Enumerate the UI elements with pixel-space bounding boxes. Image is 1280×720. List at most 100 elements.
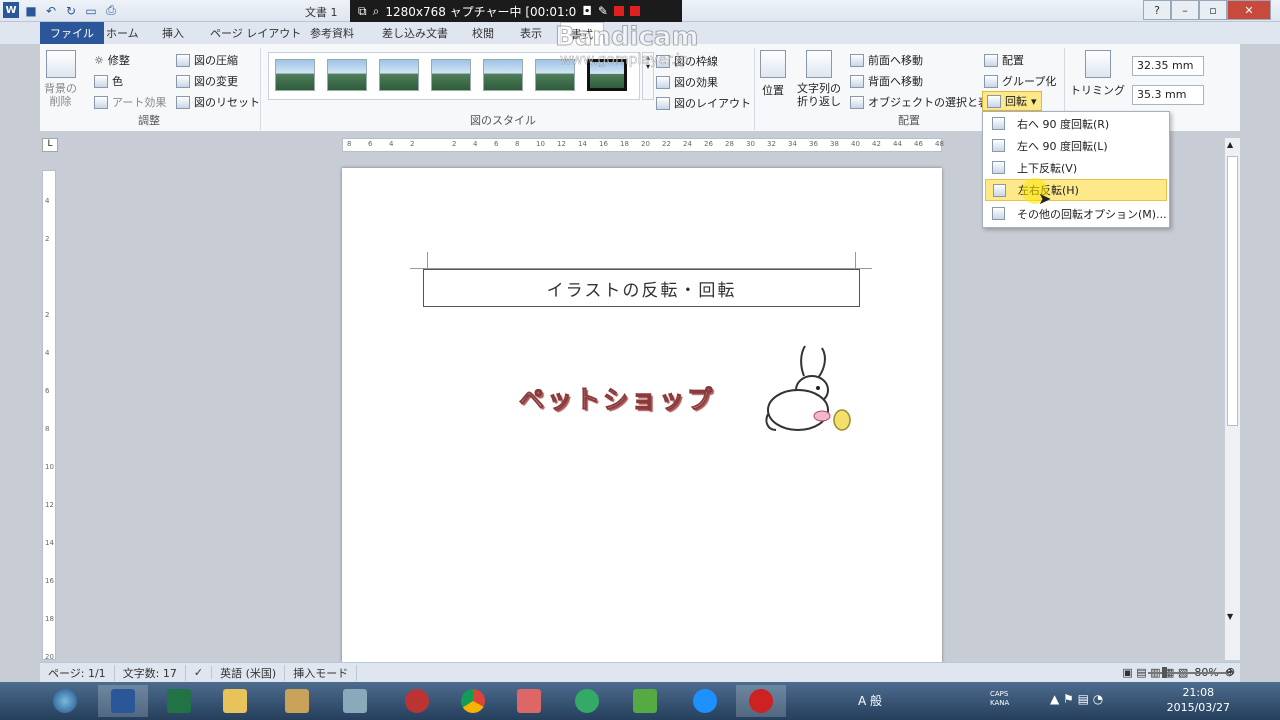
picture-effects-button[interactable]: 図の効果 bbox=[656, 74, 718, 90]
compress-pictures-button[interactable]: 図の圧縮 bbox=[176, 52, 238, 68]
align-button[interactable]: 配置 bbox=[984, 52, 1024, 68]
rotate-button[interactable]: 回転 ▾ bbox=[982, 91, 1042, 111]
rotate-label: 回転 bbox=[1005, 95, 1027, 108]
flip-horizontal-item[interactable]: 左右反転(H) bbox=[985, 179, 1167, 201]
window-icon: ⧉ bbox=[358, 3, 367, 18]
taskbar-explorer[interactable] bbox=[210, 685, 260, 717]
tab-review[interactable]: 校閲 bbox=[462, 22, 504, 44]
zoom-in-icon[interactable]: ⊕ bbox=[1226, 665, 1235, 678]
taskbar-ie[interactable] bbox=[680, 685, 730, 717]
ruler-tick: 16 bbox=[45, 577, 54, 585]
width-field[interactable]: 35.3 mm bbox=[1132, 85, 1204, 105]
zoom-slider[interactable] bbox=[1148, 672, 1228, 674]
insert-mode[interactable]: 挿入モード bbox=[285, 664, 358, 681]
taskbar-chrome[interactable] bbox=[448, 685, 498, 717]
color-button[interactable]: 色 bbox=[94, 73, 123, 89]
pencil-icon[interactable]: ✎ bbox=[598, 4, 608, 18]
bring-forward-button[interactable]: 前面へ移動 bbox=[850, 52, 923, 68]
maximize-button[interactable]: ▫ bbox=[1199, 0, 1227, 20]
tab-selector[interactable]: L bbox=[42, 138, 58, 152]
ruler-tick: 24 bbox=[683, 140, 692, 148]
taskbar-app[interactable] bbox=[620, 685, 670, 717]
tray-icons[interactable]: ▲ ⚑ ▤ ◔ bbox=[1050, 692, 1103, 706]
scroll-down-icon[interactable]: ▼ bbox=[1227, 612, 1233, 621]
wrap-text-button[interactable]: 文字列の 折り返し bbox=[797, 50, 841, 108]
style-thumb[interactable] bbox=[431, 59, 471, 91]
tab-references[interactable]: 参考資料 bbox=[300, 22, 364, 44]
tab-view[interactable]: 表示 bbox=[510, 22, 552, 44]
more-rotation-options-item[interactable]: その他の回転オプション(M)... bbox=[985, 203, 1167, 225]
taskbar-app[interactable] bbox=[504, 685, 554, 717]
crop-button[interactable]: トリミング bbox=[1070, 50, 1125, 98]
tab-page-layout[interactable]: ページ レイアウト bbox=[200, 22, 311, 44]
style-thumb[interactable] bbox=[379, 59, 419, 91]
ime-indicator[interactable]: A 般 bbox=[858, 692, 882, 709]
taskbar-app[interactable] bbox=[330, 685, 380, 717]
word-count[interactable]: 文字数: 17 bbox=[115, 664, 186, 681]
wordart-text[interactable]: ペットショップ bbox=[518, 380, 715, 416]
rotate-left-item[interactable]: 左へ 90 度回転(L) bbox=[985, 135, 1167, 157]
flip-vertical-icon bbox=[992, 161, 1005, 174]
taskbar-bandicam[interactable] bbox=[736, 685, 786, 717]
camera-icon[interactable]: ◘ bbox=[582, 4, 592, 18]
style-thumb[interactable] bbox=[327, 59, 367, 91]
rabbit-illustration[interactable] bbox=[760, 344, 864, 438]
ruler-tick: 46 bbox=[914, 140, 923, 148]
style-thumb[interactable] bbox=[483, 59, 523, 91]
ruler-tick: 2 bbox=[410, 140, 415, 148]
remove-background-button[interactable]: 背景の 削除 bbox=[44, 50, 77, 108]
app-icon bbox=[343, 689, 367, 713]
tab-home[interactable]: ホーム bbox=[96, 22, 149, 44]
taskbar-app[interactable] bbox=[562, 685, 612, 717]
clock[interactable]: 21:08 2015/03/27 bbox=[1167, 685, 1230, 715]
art-effects-label: アート効果 bbox=[112, 96, 167, 109]
repeat-icon[interactable]: ↻ bbox=[62, 2, 80, 19]
tab-insert[interactable]: 挿入 bbox=[152, 22, 194, 44]
artistic-effects-button[interactable]: アート効果 bbox=[94, 94, 166, 110]
print-icon[interactable]: ⎙ bbox=[102, 2, 120, 19]
taskbar-app[interactable] bbox=[272, 685, 322, 717]
flip-vertical-item[interactable]: 上下反転(V) bbox=[985, 157, 1167, 179]
style-thumb[interactable] bbox=[275, 59, 315, 91]
rotate-menu: 右へ 90 度回転(R) 左へ 90 度回転(L) 上下反転(V) 左右反転(H… bbox=[982, 111, 1170, 228]
selection-pane-button[interactable]: オブジェクトの選択と表示 bbox=[850, 94, 1000, 110]
picture-layout-button[interactable]: 図のレイアウト bbox=[656, 95, 751, 111]
ruler-tick: 26 bbox=[704, 140, 713, 148]
chrome-icon bbox=[461, 689, 485, 713]
close-button[interactable]: ✕ bbox=[1227, 0, 1271, 20]
vertical-scrollbar[interactable]: ▲ ▼ bbox=[1224, 138, 1240, 660]
page-count[interactable]: ページ: 1/1 bbox=[40, 664, 115, 681]
tab-mailings[interactable]: 差し込み文書 bbox=[372, 22, 458, 44]
open-icon[interactable]: ▭ bbox=[82, 2, 100, 19]
zoom-slider-thumb[interactable] bbox=[1162, 667, 1167, 678]
stop-icon[interactable] bbox=[629, 6, 640, 16]
help-button[interactable]: ? bbox=[1143, 0, 1171, 20]
ruler-tick: 8 bbox=[45, 425, 50, 433]
document-page[interactable]: イラストの反転・回転 ペットショップ bbox=[342, 168, 942, 662]
group-button[interactable]: グループ化 bbox=[984, 73, 1056, 89]
corrections-button[interactable]: ☼ 修整 bbox=[94, 52, 130, 68]
taskbar-app[interactable] bbox=[392, 685, 442, 717]
rotate-right-item[interactable]: 右へ 90 度回転(R) bbox=[985, 113, 1167, 135]
flip-vertical-label: 上下反転(V) bbox=[1017, 162, 1078, 175]
save-icon[interactable]: ■ bbox=[22, 2, 40, 19]
scroll-up-icon[interactable]: ▲ bbox=[1227, 140, 1233, 149]
time: 21:08 bbox=[1182, 686, 1215, 699]
start-button[interactable] bbox=[40, 685, 90, 717]
undo-icon[interactable]: ↶ bbox=[42, 2, 60, 19]
height-field[interactable]: 32.35 mm bbox=[1132, 56, 1204, 76]
language-indicator[interactable]: 英語 (米国) bbox=[212, 664, 286, 681]
title-textbox[interactable]: イラストの反転・回転 bbox=[423, 269, 860, 307]
taskbar-word[interactable] bbox=[98, 685, 148, 717]
change-picture-button[interactable]: 図の変更 bbox=[176, 73, 238, 89]
tab-file[interactable]: ファイル bbox=[40, 22, 104, 44]
proofing-icon[interactable]: ✓ bbox=[186, 666, 213, 679]
minimize-button[interactable]: – bbox=[1171, 0, 1199, 20]
reset-picture-button[interactable]: 図のリセット bbox=[176, 94, 260, 110]
pause-icon[interactable] bbox=[613, 6, 624, 16]
send-backward-button[interactable]: 背面へ移動 bbox=[850, 73, 923, 89]
ruler-tick: 2 bbox=[45, 311, 50, 319]
scroll-thumb[interactable] bbox=[1227, 156, 1238, 426]
taskbar-excel[interactable] bbox=[154, 685, 204, 717]
position-button[interactable]: 位置 bbox=[760, 50, 786, 98]
